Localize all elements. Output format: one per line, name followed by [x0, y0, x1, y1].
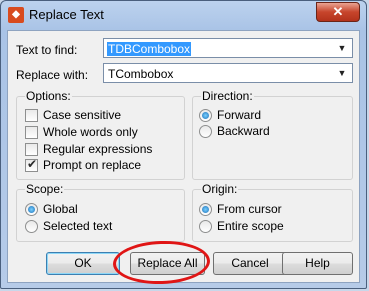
options-group-title: Options:: [25, 89, 72, 103]
title-bar: ◆ Replace Text ✕: [1, 1, 366, 29]
replace-with-combobox[interactable]: TCombobox ▼: [103, 63, 353, 83]
ok-button[interactable]: OK: [46, 252, 120, 275]
backward-radio[interactable]: [199, 125, 212, 138]
entire-scope-radio[interactable]: [199, 220, 212, 233]
radio-selected-dot: [202, 206, 209, 213]
help-button[interactable]: Help: [282, 252, 353, 275]
selected-text-radio[interactable]: [25, 220, 38, 233]
prompt-on-replace-label[interactable]: Prompt on replace: [43, 158, 141, 172]
backward-label[interactable]: Backward: [217, 124, 270, 138]
forward-radio[interactable]: [199, 109, 212, 122]
chevron-down-icon[interactable]: ▼: [335, 41, 349, 55]
entire-scope-label[interactable]: Entire scope: [217, 219, 284, 233]
whole-words-only-label[interactable]: Whole words only: [43, 125, 138, 139]
text-to-find-combobox[interactable]: TDBCombobox ▼: [103, 38, 353, 58]
radio-selected-dot: [202, 112, 209, 119]
case-sensitive-label[interactable]: Case sensitive: [43, 108, 121, 122]
checkmark-icon: ✔: [27, 157, 38, 171]
replace-with-label: Replace with:: [16, 68, 89, 82]
prompt-on-replace-checkbox[interactable]: ✔: [25, 157, 38, 172]
replace-with-value: TCombobox: [108, 67, 174, 81]
direction-group-title: Direction:: [201, 89, 254, 103]
radio-selected-dot: [28, 206, 35, 213]
forward-label[interactable]: Forward: [217, 108, 261, 122]
scope-group: Scope:: [16, 182, 185, 242]
app-icon: ◆: [8, 7, 24, 23]
chevron-down-icon[interactable]: ▼: [335, 66, 349, 80]
regular-expressions-checkbox[interactable]: [25, 143, 38, 156]
case-sensitive-checkbox[interactable]: [25, 109, 38, 122]
from-cursor-label[interactable]: From cursor: [217, 202, 282, 216]
regular-expressions-label[interactable]: Regular expressions: [43, 142, 152, 156]
origin-group-title: Origin:: [201, 182, 239, 196]
whole-words-only-checkbox[interactable]: [25, 126, 38, 139]
selected-text-label[interactable]: Selected text: [43, 219, 112, 233]
close-button[interactable]: ✕: [316, 2, 360, 22]
global-radio[interactable]: [25, 203, 38, 216]
cancel-button[interactable]: Cancel: [213, 252, 287, 275]
text-to-find-label: Text to find:: [16, 43, 78, 57]
scope-group-title: Scope:: [25, 182, 65, 196]
from-cursor-radio[interactable]: [199, 203, 212, 216]
window-title: Replace Text: [29, 7, 104, 22]
text-to-find-value: TDBCombobox: [107, 42, 192, 56]
global-label[interactable]: Global: [43, 202, 78, 216]
